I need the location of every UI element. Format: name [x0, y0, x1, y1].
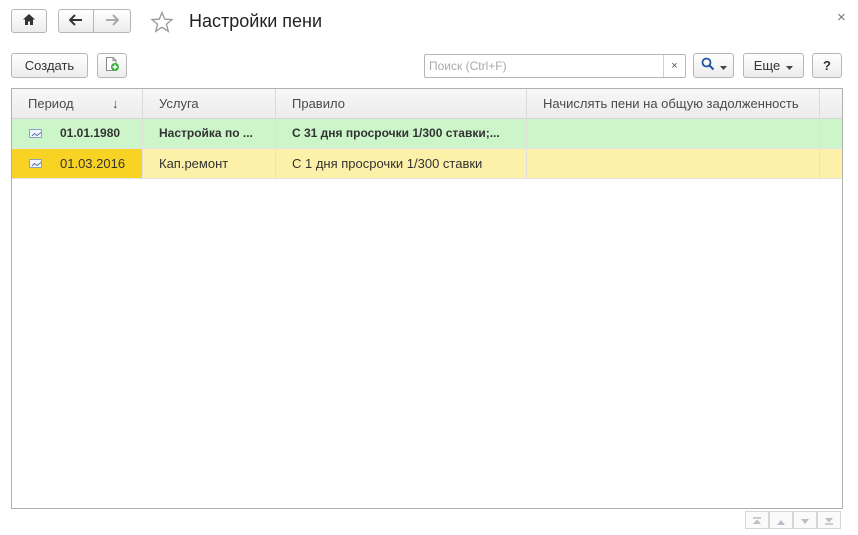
period-cell: 01.01.1980 — [12, 119, 143, 148]
column-rule[interactable]: Правило — [276, 89, 527, 119]
table-row[interactable]: 01.01.1980 Настройка по ... С 31 дня про… — [12, 119, 842, 149]
records-table: Период ↓ Услуга Правило Начислять пени н… — [11, 88, 843, 509]
scroll-to-last-button[interactable] — [817, 511, 841, 529]
back-button[interactable] — [58, 9, 94, 33]
column-service[interactable]: Услуга — [143, 89, 276, 119]
rule-cell: С 1 дня просрочки 1/300 ставки — [276, 149, 527, 178]
magnifier-icon — [701, 57, 715, 74]
arrow-left-icon — [68, 13, 83, 29]
period-cell: 01.03.2016 — [12, 149, 143, 178]
table-header: Период ↓ Услуга Правило Начислять пени н… — [12, 89, 842, 119]
accrue-on-total-cell — [527, 119, 820, 148]
arrow-right-icon — [105, 13, 120, 29]
search-button[interactable] — [693, 53, 734, 78]
star-icon[interactable] — [150, 10, 174, 33]
scroll-up-icon — [776, 513, 786, 528]
page-title: Настройки пени — [189, 11, 323, 31]
chevron-down-icon — [719, 58, 727, 73]
create-button[interactable]: Создать — [11, 53, 88, 78]
service-cell: Настройка по ... — [143, 119, 276, 148]
table-row[interactable]: 01.03.2016 Кап.ремонт С 1 дня просрочки … — [12, 149, 842, 179]
more-label: Еще — [753, 58, 781, 73]
column-period[interactable]: Период ↓ — [12, 89, 143, 119]
chevron-down-icon — [786, 58, 794, 73]
register-record-icon — [29, 129, 42, 138]
service-cell: Кап.ремонт — [143, 149, 276, 178]
register-record-icon — [29, 159, 42, 168]
accrue-on-total-cell — [527, 149, 820, 178]
clear-search-icon[interactable]: × — [663, 55, 685, 77]
scroll-down-icon — [800, 513, 810, 528]
help-button[interactable]: ? — [812, 53, 842, 78]
forward-button[interactable] — [93, 9, 131, 33]
rule-cell: С 31 дня просрочки 1/300 ставки;... — [276, 119, 527, 148]
add-document-icon — [104, 56, 120, 75]
column-accrue-on-total[interactable]: Начислять пени на общую задолженность — [527, 89, 820, 119]
close-icon[interactable]: × — [837, 9, 846, 26]
home-button[interactable] — [11, 9, 47, 33]
scroll-down-button[interactable] — [793, 511, 817, 529]
sort-descending-icon: ↓ — [112, 96, 119, 111]
add-copy-button[interactable] — [97, 53, 127, 78]
scroll-to-first-button[interactable] — [745, 511, 769, 529]
home-icon — [22, 13, 36, 29]
search-field: × — [424, 54, 686, 78]
more-button[interactable]: Еще — [743, 53, 804, 78]
scroll-to-first-icon — [752, 513, 762, 528]
scroll-up-button[interactable] — [769, 511, 793, 529]
scroll-to-last-icon — [824, 513, 834, 528]
search-input[interactable] — [425, 55, 663, 77]
